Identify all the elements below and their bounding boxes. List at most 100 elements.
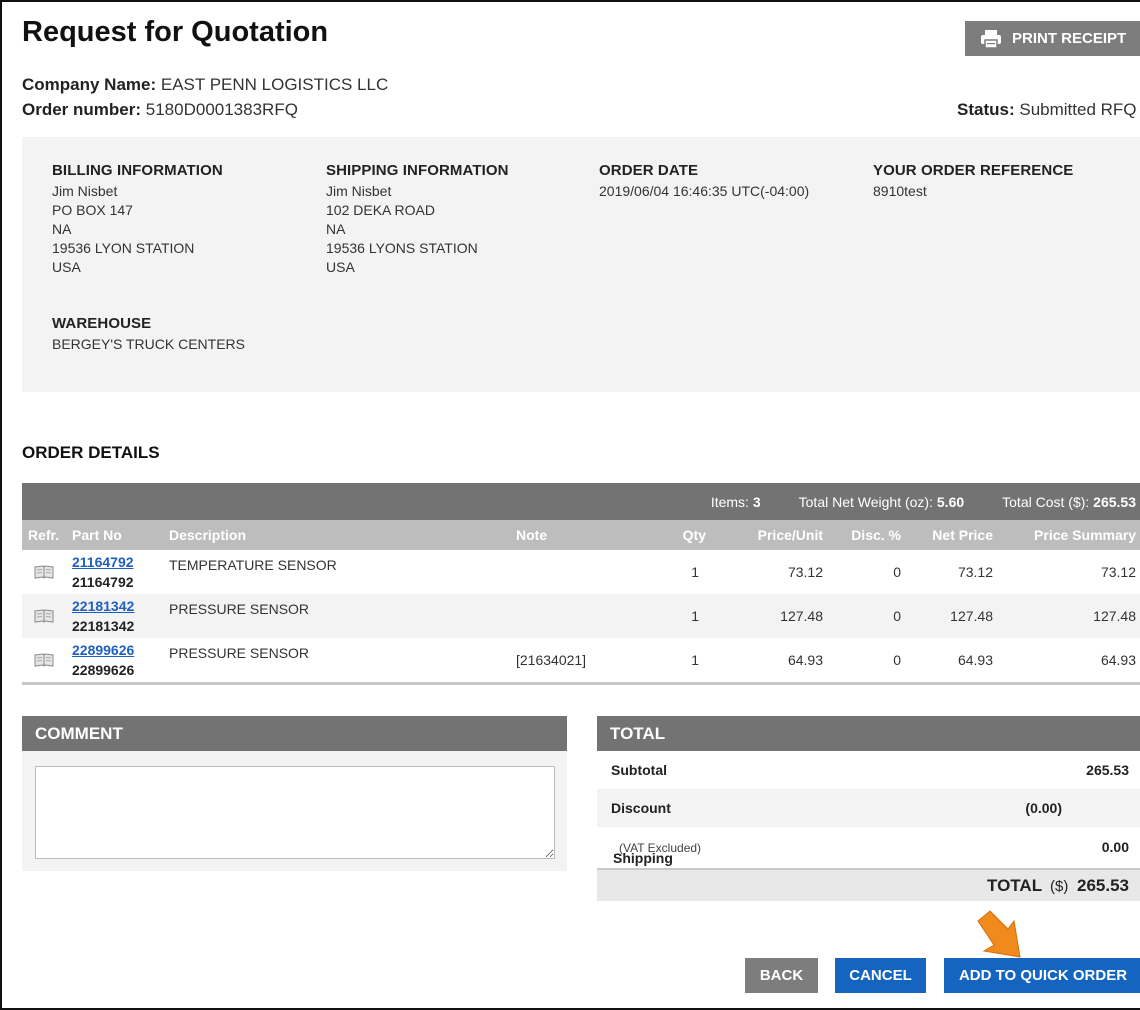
company-name-value: EAST PENN LOGISTICS LLC [160,75,389,94]
subtotal-row: Subtotal 265.53 [597,751,1140,789]
disc-cell: 0 [893,652,901,668]
description-cell: PRESSURE SENSOR [169,601,310,617]
order-reference-value: 8910test [873,183,927,199]
col-note: Note [516,527,548,543]
part-number: 21164792 [72,574,134,590]
col-description: Description [169,527,247,543]
table-row: 21164792 21164792 TEMPERATURE SENSOR 1 7… [22,550,1140,594]
price-unit-cell: 64.93 [787,652,823,668]
note-cell: [21634021] [516,652,587,668]
net-price-cell: 127.48 [950,608,993,624]
total-section: TOTAL Subtotal 265.53 Discount (0.00) Sh… [597,716,1140,901]
comment-title: COMMENT [22,716,567,751]
total-title: TOTAL [597,716,1140,751]
print-receipt-label: PRINT RECEIPT [1012,30,1127,47]
price-summary-cell: 73.12 [1100,564,1136,580]
shipping-value: 0.00 [1101,839,1129,855]
discount-label: Discount [611,800,671,816]
billing-line: 19536 LYON STATION [52,240,195,256]
cancel-button[interactable]: CANCEL [835,958,926,993]
discount-value: (0.00) [1025,800,1062,816]
col-net-price: Net Price [932,527,993,543]
qty-cell: 1 [691,608,699,624]
order-number-line: Order number: 5180D0001383RFQ [22,100,298,120]
shipping-line: 102 DEKA ROAD [326,202,435,218]
order-summary-bar: Items: 3 Total Net Weight (oz): 5.60 Tot… [22,483,1140,520]
part-number: 22181342 [72,618,135,634]
page-frame: Request for Quotation PRINT RECEIPT Comp… [0,0,1140,1010]
warehouse-title: WAREHOUSE [52,315,152,332]
col-price-summary: Price Summary [1034,527,1136,543]
description-cell: PRESSURE SENSOR [169,645,310,661]
billing-info: BILLING INFORMATION Jim Nisbet PO BOX 14… [52,161,223,277]
status-value: Submitted RFQ [1019,100,1137,119]
pointer-arrow-icon [977,910,1021,958]
status-line: Status: Submitted RFQ [957,100,1137,120]
catalog-book-icon[interactable] [34,565,54,579]
warehouse-value: BERGEY'S TRUCK CENTERS [52,336,246,352]
total-cost: Total Cost ($): 265.53 [1002,493,1136,510]
grand-total-label: TOTAL [987,876,1043,895]
billing-line: PO BOX 147 [52,202,133,218]
catalog-book-icon[interactable] [34,609,54,623]
subtotal-value: 265.53 [1086,762,1129,778]
shipping-title: SHIPPING INFORMATION [326,162,509,179]
table-row: 22899626 22899626 PRESSURE SENSOR [21634… [22,638,1140,682]
order-date-info: ORDER DATE 2019/06/04 16:46:35 UTC(-04:0… [599,161,809,201]
company-name-line: Company Name: EAST PENN LOGISTICS LLC [22,75,388,95]
description-cell: TEMPERATURE SENSOR [169,557,337,573]
part-number-link[interactable]: 22181342 [72,598,134,614]
shipping-info: SHIPPING INFORMATION Jim Nisbet 102 DEKA… [326,161,509,277]
add-to-quick-order-button[interactable]: ADD TO QUICK ORDER [944,958,1140,993]
part-number-link[interactable]: 22899626 [72,642,134,658]
total-net-weight: Total Net Weight (oz): 5.60 [798,493,965,510]
shipping-label-group: Shipping (VAT Excluded) [613,839,701,866]
col-price-unit: Price/Unit [757,527,823,543]
order-details-title: ORDER DETAILS [22,443,160,462]
order-info-panel: BILLING INFORMATION Jim Nisbet PO BOX 14… [22,137,1140,392]
table-header: Refr. Part No Description Note Qty Price… [22,520,1140,550]
shipping-label: Shipping [613,850,673,866]
shipping-line: Jim Nisbet [326,183,392,199]
part-number: 22899626 [72,662,135,678]
billing-line: USA [52,259,81,275]
comment-textarea[interactable] [35,766,555,859]
shipping-line: USA [326,259,355,275]
col-refr: Refr. [28,527,60,543]
order-reference-title: YOUR ORDER REFERENCE [873,162,1074,179]
order-date-title: ORDER DATE [599,162,699,179]
shipping-line: NA [326,221,346,237]
order-number-label: Order number: [22,100,142,119]
printer-icon [981,29,1001,49]
table-bottom-border [22,682,1140,685]
grand-total-value: 265.53 [1077,876,1129,895]
items-count: Items: 3 [710,493,761,510]
back-button[interactable]: BACK [745,958,818,993]
price-unit-cell: 73.12 [787,564,823,580]
net-price-cell: 64.93 [957,652,993,668]
page-title: Request for Quotation [22,16,329,48]
price-summary-cell: 64.93 [1100,652,1136,668]
print-receipt-button[interactable]: PRINT RECEIPT [965,21,1140,56]
price-summary-cell: 127.48 [1093,608,1136,624]
billing-title: BILLING INFORMATION [52,162,223,179]
grand-total-row: TOTAL ($) 265.53 [597,868,1140,901]
col-part-no: Part No [72,527,122,543]
grand-total-currency: ($) [1050,878,1069,895]
subtotal-label: Subtotal [611,762,667,778]
disc-cell: 0 [893,608,901,624]
shipping-line: 19536 LYONS STATION [326,240,478,256]
price-unit-cell: 127.48 [780,608,823,624]
part-number-link[interactable]: 21164792 [72,554,134,570]
company-name-label: Company Name: [22,75,157,94]
net-price-cell: 73.12 [957,564,993,580]
table-row: 22181342 22181342 PRESSURE SENSOR 1 127.… [22,594,1140,638]
disc-cell: 0 [893,564,901,580]
billing-line: Jim Nisbet [52,183,118,199]
col-qty: Qty [682,527,706,543]
col-disc: Disc. % [851,527,901,543]
comment-section: COMMENT [22,716,567,871]
qty-cell: 1 [691,652,699,668]
order-reference-info: YOUR ORDER REFERENCE 8910test [873,161,1073,201]
catalog-book-icon[interactable] [34,653,54,667]
